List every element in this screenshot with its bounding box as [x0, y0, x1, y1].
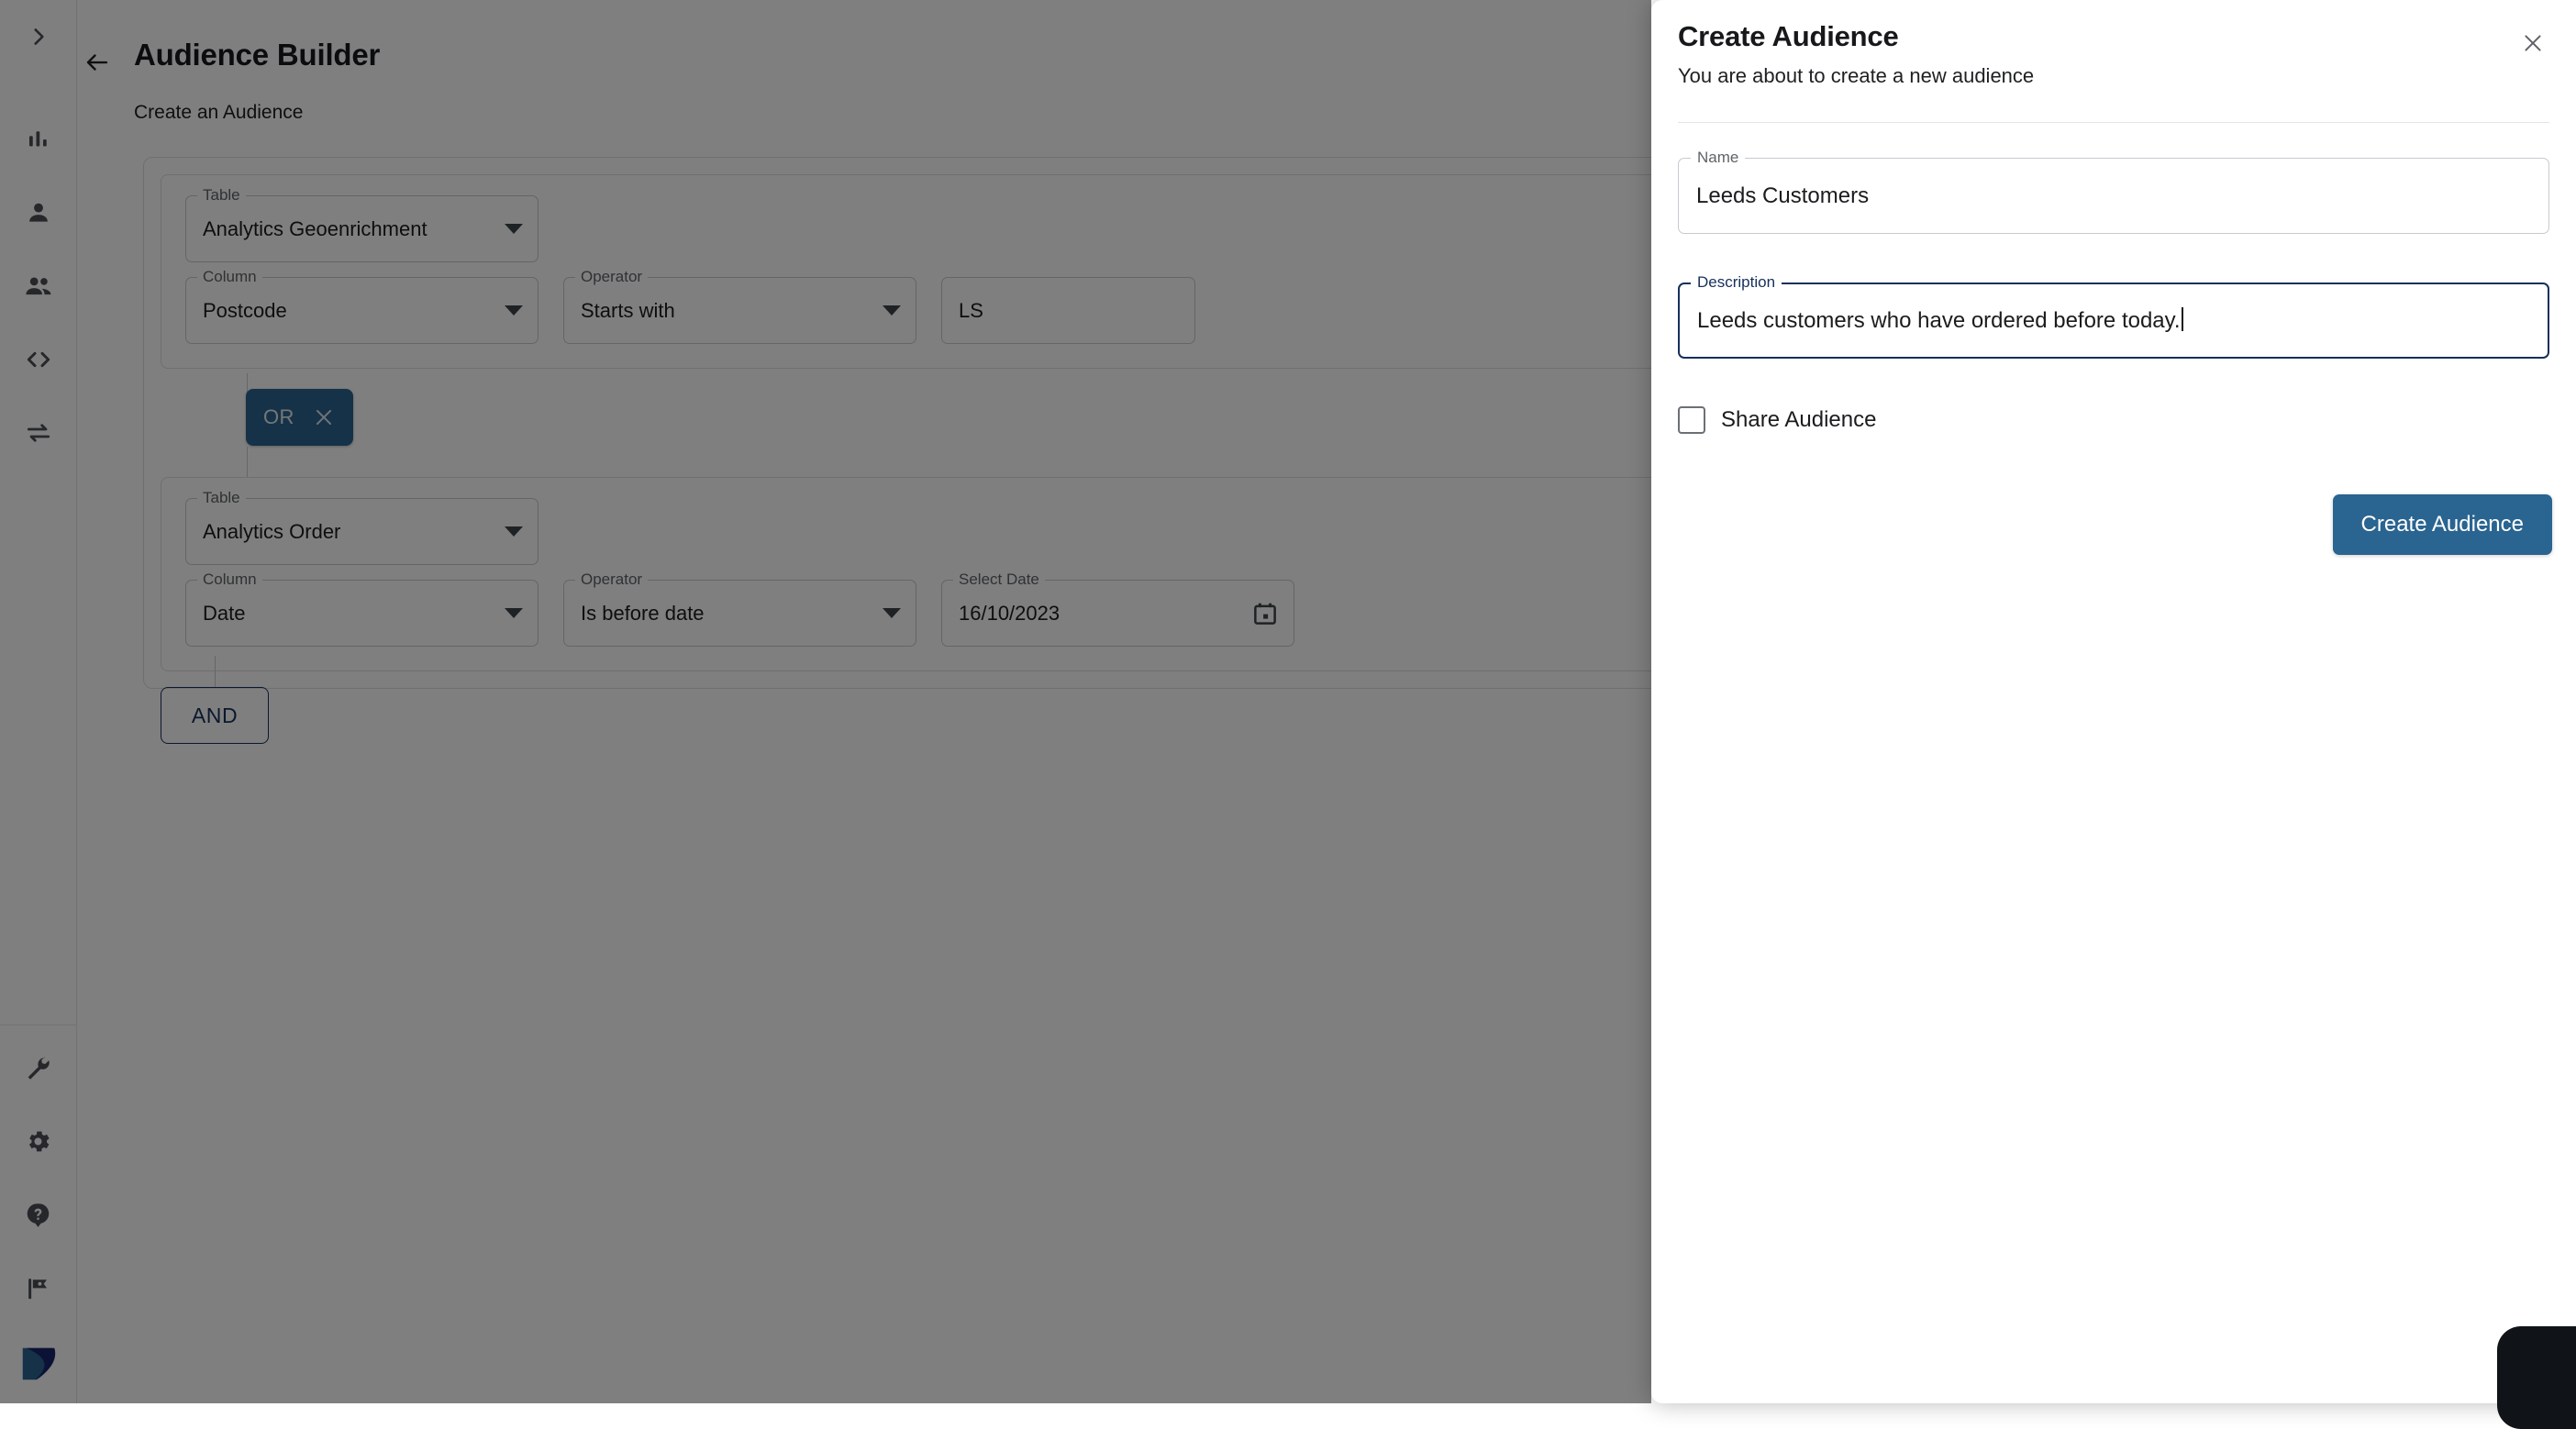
close-icon — [2520, 30, 2546, 61]
audience-description-value-wrap: Leeds customers who have ordered before … — [1680, 307, 2201, 334]
audience-name-value: Leeds Customers — [1679, 183, 1886, 209]
share-audience-checkbox[interactable] — [1678, 406, 1705, 434]
share-audience-label: Share Audience — [1721, 407, 1876, 433]
create-audience-button-label: Create Audience — [2361, 512, 2524, 537]
audience-name-field[interactable]: Name Leeds Customers — [1678, 158, 2549, 234]
panel-divider — [1678, 122, 2549, 123]
create-audience-button[interactable]: Create Audience — [2333, 494, 2552, 555]
audience-description-field[interactable]: Description Leeds customers who have ord… — [1678, 282, 2549, 359]
audience-description-label: Description — [1691, 271, 1782, 293]
audience-description-input[interactable]: Leeds customers who have ordered before … — [1678, 282, 2549, 359]
panel-subtitle: You are about to create a new audience — [1678, 64, 2034, 88]
chat-widget-bubble[interactable] — [2497, 1326, 2576, 1429]
text-cursor — [2182, 307, 2183, 331]
panel-close-button[interactable] — [2514, 26, 2552, 64]
panel-title: Create Audience — [1678, 20, 1899, 53]
audience-name-label: Name — [1691, 147, 1745, 168]
share-audience-row[interactable]: Share Audience — [1678, 406, 1876, 434]
create-audience-panel: Create Audience You are about to create … — [1651, 0, 2576, 1403]
audience-name-input[interactable]: Leeds Customers — [1678, 158, 2549, 234]
audience-description-value: Leeds customers who have ordered before … — [1697, 308, 2181, 333]
modal-scrim[interactable] — [0, 0, 1651, 1403]
